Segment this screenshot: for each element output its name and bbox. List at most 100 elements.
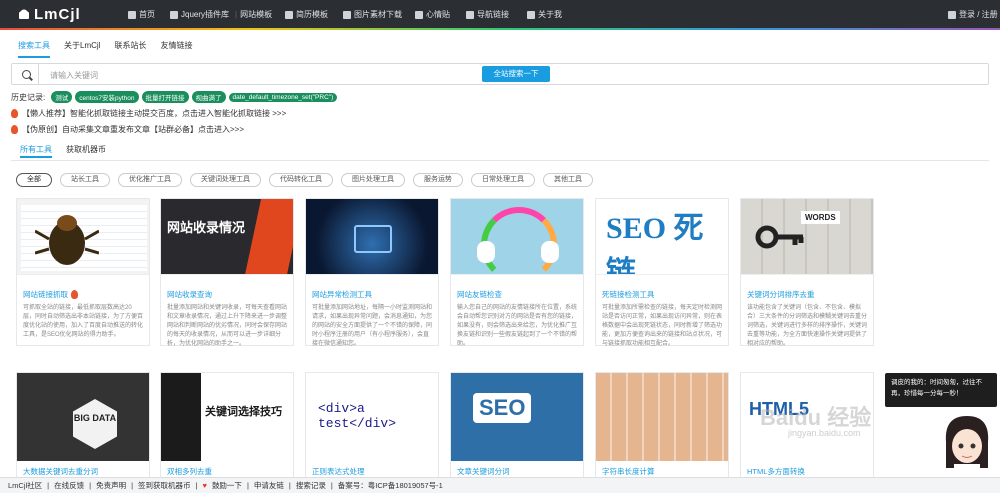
footer-checkin[interactable]: 签到获取机器币 [138,480,191,491]
notice-text: 【懒人推荐】智能化抓取链接主动提交百度，点击进入智能化抓取链接 >>> [22,109,287,118]
logo-text: LmCjl [34,5,81,23]
card-description: 可批量添加网站地址，每隔一小时监测网站和请求，如果出现异常问题，会消息通知，为您… [312,305,433,347]
search-icon [22,70,31,79]
card-title: 网站异常检测工具 [312,290,372,299]
footer-search-log[interactable]: 搜索记录 [296,480,326,491]
thumb-text: SEO 死链 [606,212,704,275]
site-search-button[interactable]: 全站搜索一下 [482,66,550,82]
color-stripe [0,28,1000,30]
history-tag[interactable]: 测试 [51,91,73,103]
chat-bubble: 调皮的我的：时间匆匆，过往不再，珍惜每一分每一秒！ [885,373,997,407]
filter-keywords[interactable]: 关键词处理工具 [190,173,261,187]
nav-label: 首页 [139,10,155,19]
thumb-text: SEO [473,393,532,423]
tab-all-tools[interactable]: 所有工具 [20,144,52,158]
thumb-text: WORDS [801,211,840,224]
filter-code[interactable]: 代码转化工具 [269,173,333,187]
home-icon [128,10,136,19]
footer-icp[interactable]: 备案号：粤ICP备18019057号-1 [338,480,443,491]
card-thumbnail [306,199,438,275]
auth-label: 登录 / 注册 [959,10,998,19]
watermark-url: jingyan.baidu.com [788,428,861,438]
nav-home[interactable]: 首页 [128,9,155,20]
tool-card[interactable]: 关键词选择技巧 双相多列去重 [160,372,294,482]
nav-label: 简历模板 [296,10,328,19]
card-thumbnail [596,373,728,461]
thumb-text: 关键词选择技巧 [205,406,282,418]
footer-bar: LmCjl社区 | 在线反馈 | 免责声明 | 签到获取机器币 | ♥ 鼓励一下 | 申请… [0,477,1000,493]
tab-contact[interactable]: 联系站长 [114,40,146,58]
card-thumbnail [451,199,583,275]
bug-icon [35,215,99,265]
avatar[interactable] [940,412,994,476]
nav-about[interactable]: 关于我 [527,9,562,20]
history-tag[interactable]: 批量打开链接 [141,91,189,103]
site-logo[interactable]: LmCjl [18,5,81,23]
tool-card[interactable]: WORDS 关键词分词排序去重 该功能包含了关键词（包含、不包含、模拟合）三大条… [740,198,874,347]
card-description: 可批量添加所需检查的链接，每天定时检测网站是否访问正常，如果出现访问异常，则在表… [602,305,723,347]
history-tag[interactable]: 视曲满了 [191,91,226,103]
tool-tabs: 所有工具 获取机器币 [20,144,106,158]
search-history: 历史记录: 测试 centos7安装python 批量打开链接 视曲满了 dat… [11,91,338,103]
tool-card[interactable]: BIG DATA 大数据关键词去重分词 [16,372,150,482]
heart-icon: ♥ [202,481,207,490]
card-description: 输入您自己的网站的友情链接所在位置，系统会自动帮您识别对方的网站是否有您的链接，… [457,305,578,347]
tool-card[interactable]: 字符串长度计算 [595,372,729,482]
tool-card[interactable]: 网站异常检测工具 可批量添加网站地址，每隔一小时监测网站和请求，如果出现异常问题… [305,198,439,347]
divider [38,64,39,84]
tab-about[interactable]: 关于LmCjl [64,40,100,58]
filter-seo[interactable]: 优化推广工具 [118,173,182,187]
divider [11,160,989,161]
nav-mood[interactable]: 心情贴 [415,9,450,20]
tool-card[interactable]: 网站友链检查 输入您自己的网站的友情链接所在位置，系统会自动帮您识别对方的网站是… [450,198,584,347]
card-title: 网站友链检查 [457,290,502,299]
nav-resume[interactable]: 简历模板 [285,9,328,20]
card-description: 该功能包含了关键词（包含、不包含、模拟合）三大条件的分词筛选和模糊关键词去重分词… [747,305,868,347]
filter-image[interactable]: 图片处理工具 [341,173,405,187]
nav-links[interactable]: 导航链接 [466,9,509,20]
footer-disclaimer[interactable]: 免责声明 [96,480,126,491]
card-thumbnail [17,199,149,275]
nav-jquery[interactable]: Jquery插件库 [170,9,229,20]
login-register-link[interactable]: 登录 / 注册 [948,9,998,20]
card-thumbnail: SEO 死链 [596,199,728,275]
notice-lazy[interactable]: 【懒人推荐】智能化抓取链接主动提交百度，点击进入智能化抓取链接 >>> [11,108,286,119]
top-navigation-bar: LmCjl 首页 Jquery插件库 | 网站模板 简历模板 图片素材下载 心情贴… [0,0,1000,28]
image-icon [343,10,351,19]
tool-card[interactable]: 网站收录情况 网站收录查询 批量添加网站和关键词收录，可每天查看网站和文章收录情… [160,198,294,347]
card-thumbnail: WORDS [741,199,873,275]
search-input[interactable]: 请输入关键词 [50,70,98,81]
nav-images[interactable]: 图片素材下载 [343,9,402,20]
filter-other[interactable]: 其他工具 [543,173,593,187]
filter-fortune[interactable]: 服务运势 [413,173,463,187]
tab-friend-links[interactable]: 友情链接 [160,40,192,58]
tool-card[interactable]: <div>a test</div> 正则表达式处理 [305,372,439,482]
link-icon [466,10,474,19]
card-thumbnail: BIG DATA [17,373,149,461]
filter-all[interactable]: 全部 [16,173,52,187]
tool-card[interactable]: SEO 死链 死链接检测工具 可批量添加所需检查的链接，每天定时检测网站是否访问… [595,198,729,347]
category-filters: 全部 站长工具 优化推广工具 关键词处理工具 代码转化工具 图片处理工具 服务运… [16,173,593,187]
history-tag[interactable]: date_default_timezone_set("PRC") [228,92,338,102]
filter-webmaster[interactable]: 站长工具 [60,173,110,187]
history-tag[interactable]: centos7安装python [75,91,139,103]
footer-apply-link[interactable]: 申请友链 [254,480,284,491]
tool-card[interactable]: 网站链接抓取 可抓取全站的链接，最低抓取层数高达20层，同时自动筛选出非本站链接… [16,198,150,346]
card-thumbnail: 关键词选择技巧 [161,373,293,461]
footer-encourage[interactable]: 鼓励一下 [212,480,242,491]
user-icon [948,10,956,19]
nav-templates[interactable]: | 网站模板 [235,9,272,20]
thumb-text: BIG DATA [73,413,117,423]
footer-community[interactable]: LmCjl社区 [8,480,42,491]
footer-feedback[interactable]: 在线反馈 [54,480,84,491]
card-thumbnail: SEO [451,373,583,461]
fire-icon [11,109,18,118]
filter-daily[interactable]: 日常处理工具 [471,173,535,187]
tab-get-coins[interactable]: 获取机器币 [66,144,106,158]
heart-icon [415,10,423,19]
card-title: 网站收录查询 [167,290,212,299]
tab-search-tools[interactable]: 搜索工具 [18,40,50,58]
notice-rewrite[interactable]: 【伪原创】自动采集文章重发布文章【站群必备】点击进入>>> [11,124,244,135]
tool-card[interactable]: SEO 文章关键词分词 [450,372,584,482]
history-label: 历史记录: [11,92,46,102]
